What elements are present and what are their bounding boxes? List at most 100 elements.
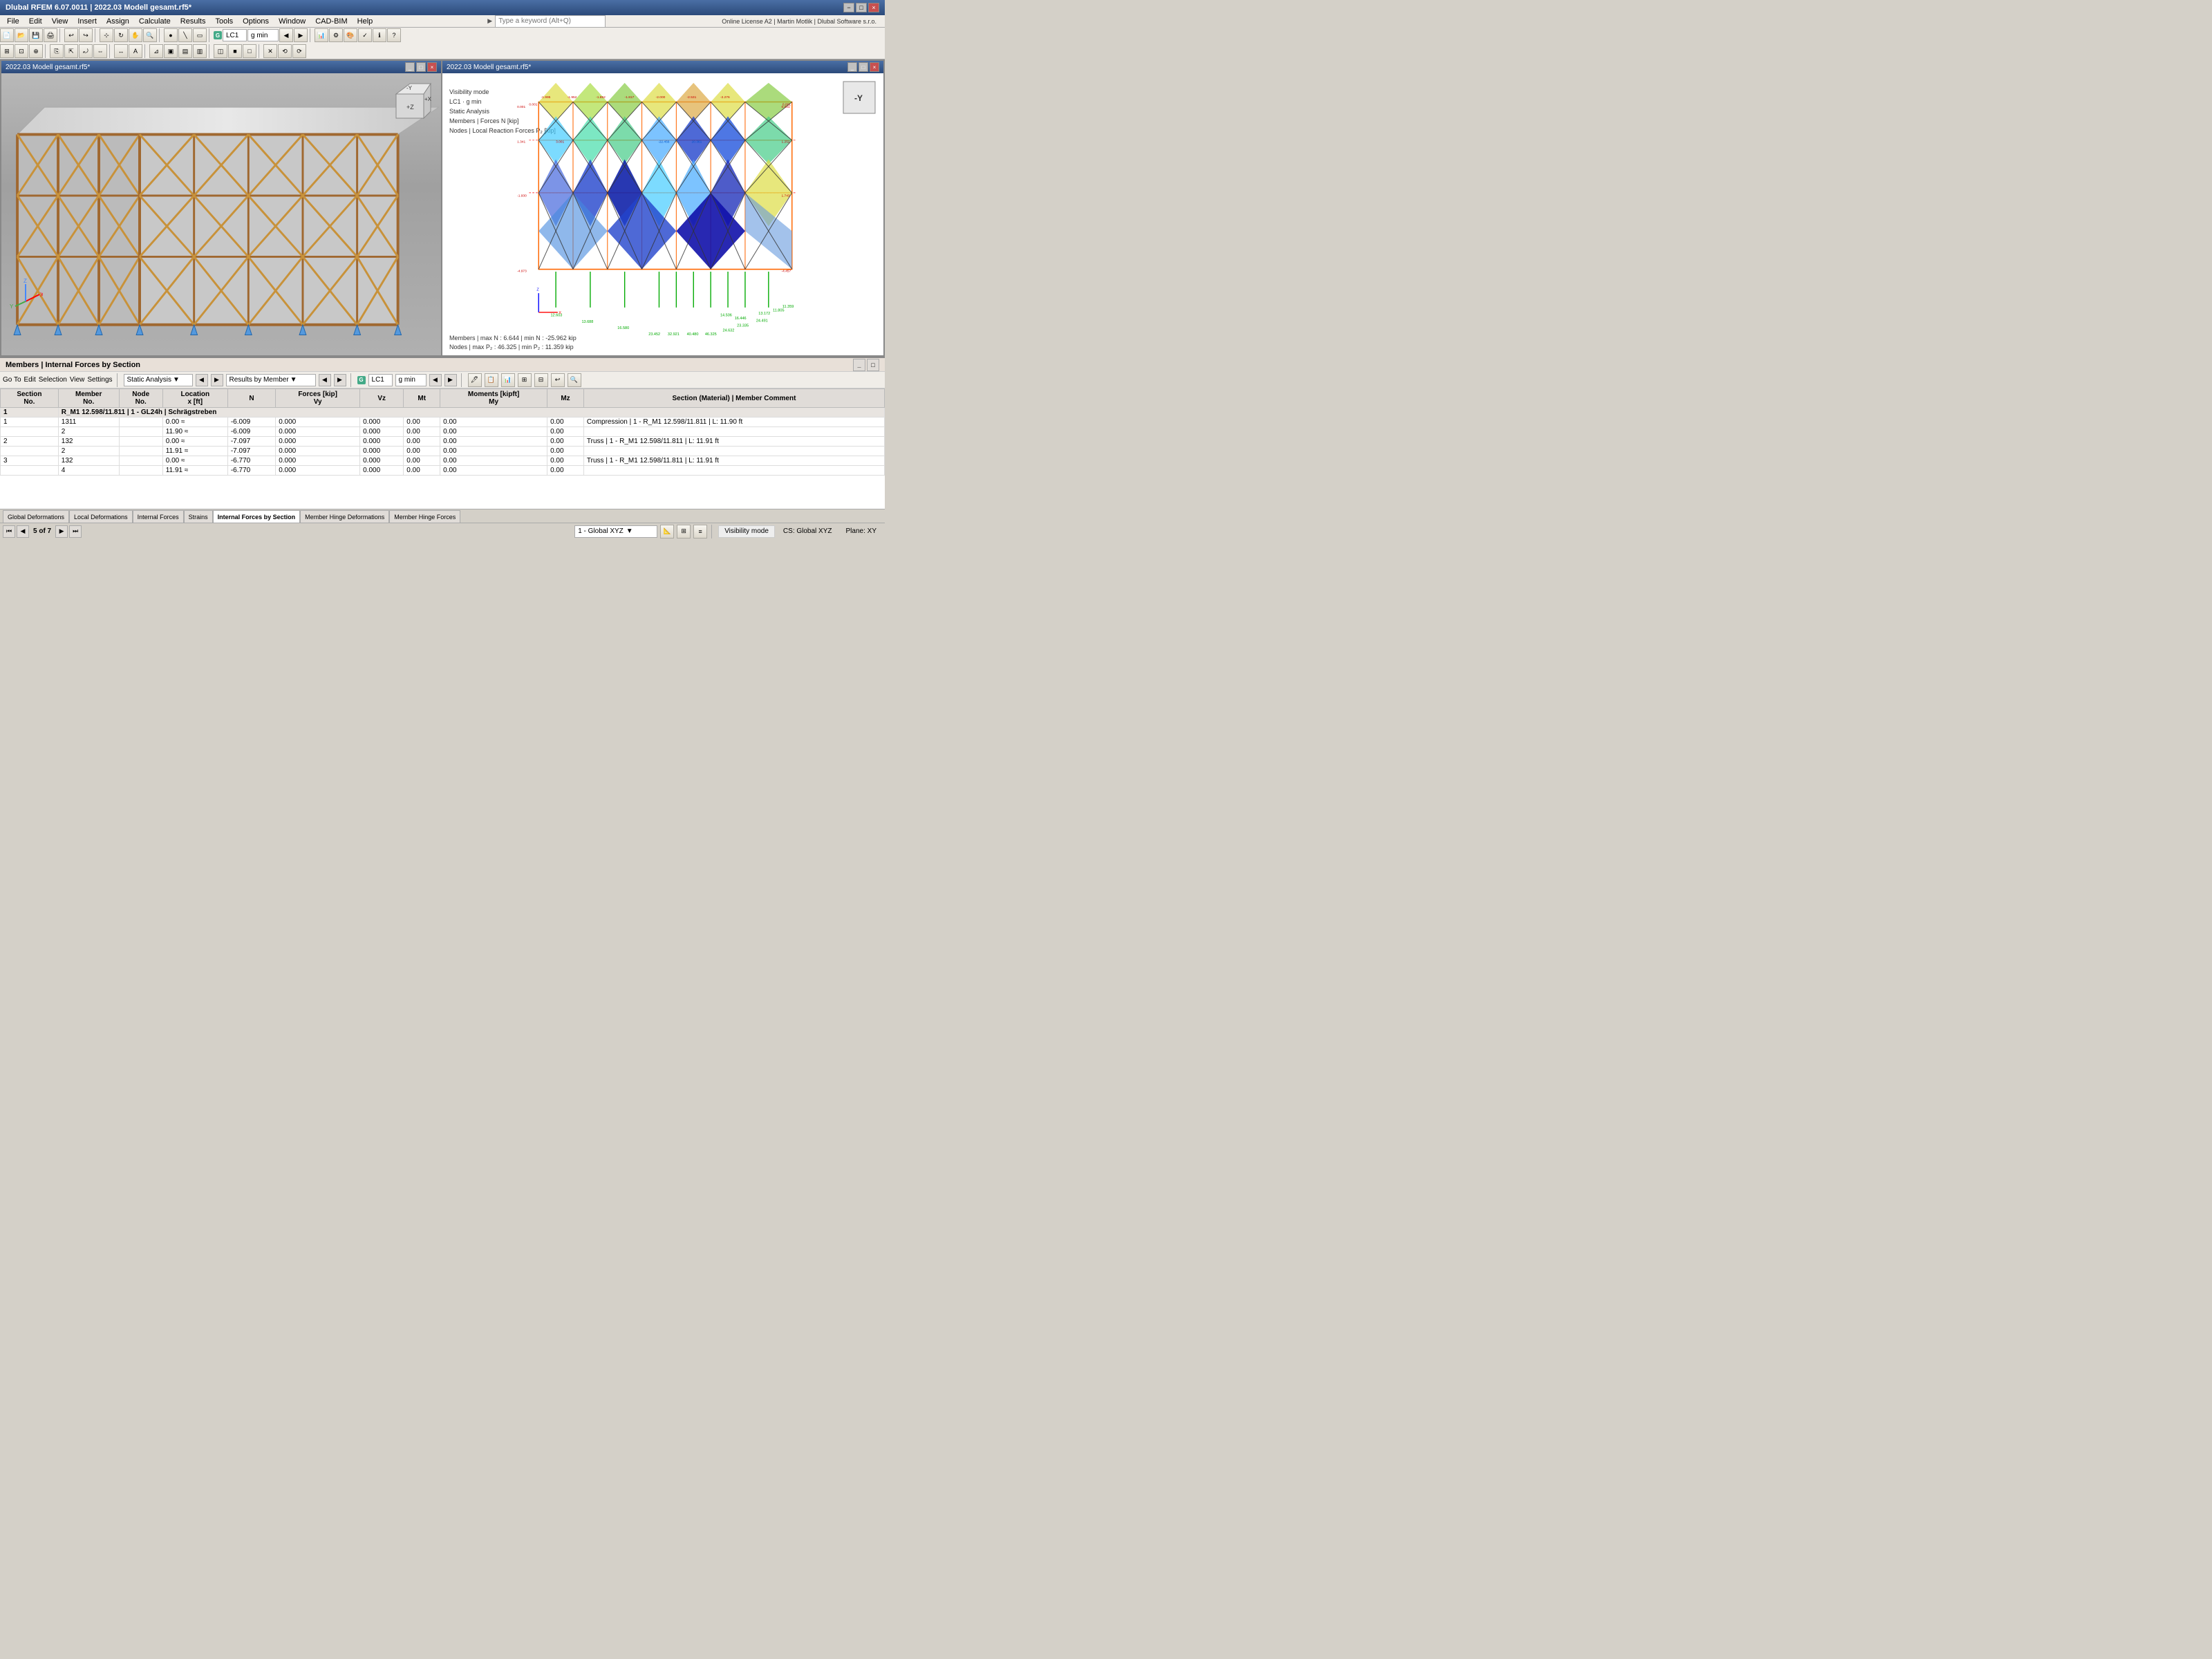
tb-new[interactable]: 📄 [0,28,14,42]
bottom-tb-4[interactable]: ⊞ [518,373,532,387]
menu-options[interactable]: Options [238,17,273,26]
nav-first[interactable]: ⏮ [3,525,15,538]
tb2-view-iso[interactable]: ⊿ [149,44,163,58]
bottom-tb-2[interactable]: 📋 [485,373,498,387]
svg-text:-1.852: -1.852 [596,95,606,100]
status-tb-3[interactable]: ≡ [693,525,707,538]
vp3d-maximize[interactable]: □ [416,62,426,72]
tb2-undo2[interactable]: ⟲ [278,44,292,58]
tb-check[interactable]: ✓ [358,28,372,42]
tb-settings[interactable]: ⚙ [329,28,343,42]
nav-last[interactable]: ⏭ [69,525,82,538]
tab-member-hinge-forces[interactable]: Member Hinge Forces [389,510,460,523]
menu-file[interactable]: File [3,17,24,26]
vp2d-maximize[interactable]: □ [859,62,868,72]
bottom-tb-3[interactable]: 📊 [501,373,515,387]
tb-rotate[interactable]: ↻ [114,28,128,42]
search-input[interactable] [495,15,606,28]
bottom-tb-1[interactable]: 🖊 [468,373,482,387]
analysis-prev[interactable]: ◀ [196,374,208,386]
tb-info[interactable]: ℹ [373,28,386,42]
tb2-grid[interactable]: ⊡ [15,44,28,58]
menu-insert[interactable]: Insert [73,17,101,26]
tab-internal-forces[interactable]: Internal Forces [133,510,184,523]
tb2-move[interactable]: ⇱ [64,44,78,58]
bottom-tb-5[interactable]: ⊟ [534,373,548,387]
menu-window[interactable]: Window [274,17,310,26]
tab-member-hinge-deformations[interactable]: Member Hinge Deformations [300,510,389,523]
tb2-redo2[interactable]: ⟳ [292,44,306,58]
menu-calculate[interactable]: Calculate [135,17,175,26]
tb-node[interactable]: ● [164,28,178,42]
bottom-tb-7[interactable]: 🔍 [568,373,581,387]
tb-zoom[interactable]: 🔍 [143,28,157,42]
tb-surface[interactable]: ▭ [193,28,207,42]
tb-render[interactable]: 🎨 [344,28,357,42]
menu-assign[interactable]: Assign [102,17,133,26]
nav-next[interactable]: ▶ [55,525,68,538]
tb2-delete[interactable]: ✕ [263,44,277,58]
vp3d-close[interactable]: × [427,62,437,72]
menu-view[interactable]: View [48,17,73,26]
tb2-mirror[interactable]: ⇔ [93,44,107,58]
tb2-snap[interactable]: ⊞ [0,44,14,58]
lc-prev-bottom[interactable]: ◀ [429,374,442,386]
tb-help[interactable]: ? [387,28,401,42]
lc-prev[interactable]: ◀ [279,28,293,42]
cs-selector[interactable]: 1 - Global XYZ ▼ [574,525,657,538]
results-next[interactable]: ▶ [334,374,346,386]
menu-results[interactable]: Results [176,17,210,26]
menu-edit[interactable]: Edit [25,17,46,26]
bottom-panel-maximize[interactable]: □ [867,359,879,371]
tb-redo[interactable]: ↪ [79,28,93,42]
nav-cube[interactable]: +Z -Y +X [386,80,434,129]
status-tb-1[interactable]: 📐 [660,525,674,538]
tb2-axis[interactable]: ⊕ [29,44,43,58]
tb-undo[interactable]: ↩ [64,28,78,42]
nav-right: 1 - Global XYZ ▼ 📐 ⊞ ≡ Visibility mode C… [574,525,882,538]
tb2-view-front[interactable]: ▣ [164,44,178,58]
bottom-tb-6[interactable]: ↩ [551,373,565,387]
menu-help[interactable]: Help [353,17,377,26]
menu-cadbim[interactable]: CAD-BIM [311,17,351,26]
lc-next-bottom[interactable]: ▶ [444,374,457,386]
scene-3d[interactable]: +Z -Y +X X Z Y [1,73,441,355]
tab-local-deformations[interactable]: Local Deformations [69,510,133,523]
tb-member[interactable]: ╲ [178,28,192,42]
tb2-transparent[interactable]: □ [243,44,256,58]
tab-global-deformations[interactable]: Global Deformations [3,510,69,523]
maximize-button[interactable]: □ [856,3,867,12]
tab-internal-forces-section[interactable]: Internal Forces by Section [213,510,301,523]
tab-strains[interactable]: Strains [184,510,213,523]
tb-select[interactable]: ⊹ [100,28,113,42]
minimize-button[interactable]: − [843,3,854,12]
analysis-view[interactable]: Visibility mode LC1 · g min Static Analy… [442,73,883,355]
analysis-next[interactable]: ▶ [211,374,223,386]
lc-next[interactable]: ▶ [294,28,308,42]
bottom-panel-minimize[interactable]: _ [853,359,865,371]
tb2-wireframe[interactable]: ◫ [214,44,227,58]
tb2-view-side[interactable]: ▥ [193,44,207,58]
vp3d-minimize[interactable]: _ [405,62,415,72]
close-button[interactable]: × [868,3,879,12]
tb2-solid[interactable]: ■ [228,44,242,58]
analysis-combo[interactable]: Static Analysis ▼ [124,374,193,386]
tb2-annotation[interactable]: A [129,44,142,58]
tb-results[interactable]: 📊 [315,28,328,42]
tb2-dimension[interactable]: ↔ [114,44,128,58]
tb-save[interactable]: 💾 [29,28,43,42]
vp2d-minimize[interactable]: _ [847,62,857,72]
tb-print[interactable]: 🖨 [44,28,57,42]
tb2-copy[interactable]: ⎘ [50,44,64,58]
status-tb-2[interactable]: ⊞ [677,525,691,538]
tb2-view-top[interactable]: ▤ [178,44,192,58]
tb-pan[interactable]: ✋ [129,28,142,42]
menu-tools[interactable]: Tools [211,17,237,26]
table-area[interactable]: SectionNo. MemberNo. NodeNo. Locationx [… [0,388,885,509]
results-prev[interactable]: ◀ [319,374,331,386]
tb2-rotate2[interactable]: ⤾ [79,44,93,58]
nav-prev[interactable]: ◀ [17,525,29,538]
vp2d-close[interactable]: × [870,62,879,72]
results-combo[interactable]: Results by Member ▼ [226,374,316,386]
tb-open[interactable]: 📂 [15,28,28,42]
